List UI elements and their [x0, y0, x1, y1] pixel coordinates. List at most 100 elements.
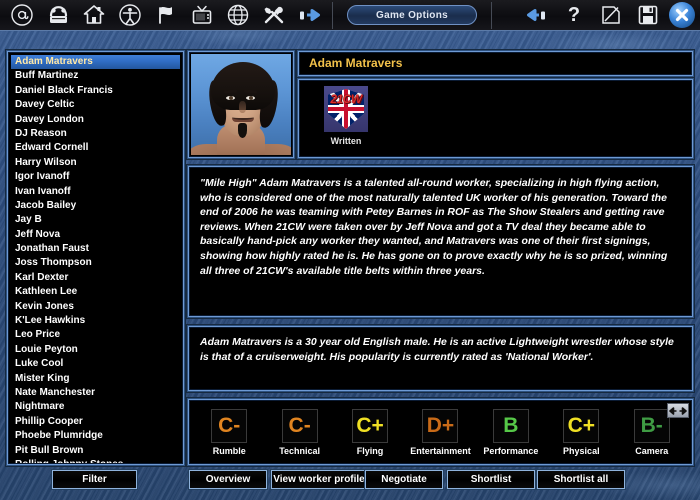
- promotion-logo-caption: Written: [330, 136, 362, 146]
- worker-biography-text: "Mile High" Adam Matravers is a talented…: [200, 177, 668, 277]
- close-icon[interactable]: [669, 2, 695, 28]
- rating-grade: C-: [281, 408, 318, 443]
- expand-arrows-icon[interactable]: [667, 403, 689, 418]
- list-item[interactable]: Adam Matravers: [11, 55, 180, 70]
- portrait-nose: [239, 101, 246, 113]
- list-item[interactable]: K'Lee Hawkins: [11, 314, 180, 328]
- list-item[interactable]: Jeff Nova: [11, 228, 180, 242]
- negotiate-button[interactable]: Negotiate: [365, 470, 443, 489]
- rating-label: Entertainment: [410, 445, 471, 456]
- rating-label: Flying: [356, 445, 384, 456]
- flag-icon[interactable]: [150, 2, 182, 29]
- list-item[interactable]: Ivan Ivanoff: [11, 185, 180, 199]
- list-item[interactable]: Buff Martinez: [11, 69, 180, 83]
- filter-button[interactable]: Filter: [52, 470, 137, 489]
- list-item[interactable]: Nate Manchester: [11, 386, 180, 400]
- help-icon[interactable]: ?: [558, 2, 590, 29]
- shortlist-all-button[interactable]: Shortlist all: [537, 470, 625, 489]
- promotion-shield-icon: 21CW: [324, 86, 368, 132]
- portrait-chinstrap: [232, 114, 254, 120]
- worker-list-panel[interactable]: Adam Matravers Buff Martinez Daniel Black …: [8, 52, 183, 464]
- overview-button[interactable]: Overview: [189, 470, 267, 489]
- view-worker-profile-button[interactable]: View worker profile: [271, 470, 367, 489]
- rating-label: Performance: [483, 445, 539, 456]
- rating-grade: B: [492, 408, 529, 443]
- svg-text:?: ?: [568, 4, 580, 26]
- television-icon[interactable]: [186, 2, 218, 29]
- rating-grade: B-: [633, 408, 670, 443]
- worker-portrait-panel: [189, 52, 293, 157]
- list-item[interactable]: Kathleen Lee: [11, 285, 180, 299]
- toolbar-icon-group: [0, 2, 326, 29]
- rating-label: Camera: [635, 445, 669, 456]
- toolbar-divider-right: [491, 1, 492, 29]
- rating-technical: C- Technical: [264, 408, 334, 456]
- rating-grade: D+: [422, 408, 459, 443]
- promotion-logo-cell[interactable]: 21CW Written: [320, 86, 372, 154]
- promotion-badge-text: 21CW: [330, 92, 362, 106]
- list-item[interactable]: Leo Price: [11, 328, 180, 342]
- portrait-eye-left: [226, 96, 235, 100]
- worker-summary-panel: Adam Matravers is a 30 year old English …: [189, 327, 692, 390]
- rating-physical: C+ Physical: [546, 408, 616, 456]
- promotion-logo-panel: 21CW Written: [299, 80, 692, 157]
- tools-icon[interactable]: [258, 2, 290, 29]
- home-icon[interactable]: [78, 2, 110, 29]
- list-item[interactable]: Joss Thompson: [11, 256, 180, 270]
- worker-biography-panel: "Mile High" Adam Matravers is a talented…: [189, 167, 692, 316]
- list-item[interactable]: Edward Cornell: [11, 141, 180, 155]
- list-item[interactable]: Kevin Jones: [11, 300, 180, 314]
- list-item[interactable]: Jacob Bailey: [11, 199, 180, 213]
- worker-name-header: Adam Matravers: [299, 52, 692, 75]
- list-item[interactable]: Luke Cool: [11, 357, 180, 371]
- rating-label: Physical: [563, 445, 600, 456]
- worker-list-items: Adam Matravers Buff Martinez Daniel Black …: [9, 53, 182, 463]
- rating-grade: C-: [211, 408, 248, 443]
- top-toolbar: Game Options ?: [0, 0, 700, 31]
- list-item[interactable]: Mister King: [11, 372, 180, 386]
- game-options-container: Game Options: [339, 5, 485, 25]
- person-icon[interactable]: [114, 2, 146, 29]
- list-item[interactable]: Pit Bull Brown: [11, 444, 180, 458]
- game-options-button[interactable]: Game Options: [347, 5, 477, 25]
- rating-grade: C+: [352, 408, 389, 443]
- worker-ratings-row: C- Rumble C- Technical C+ Flying D+ Entertainme…: [190, 401, 691, 463]
- list-item[interactable]: Jay B: [11, 213, 180, 227]
- list-item[interactable]: Rolling Johnny Stones: [11, 458, 180, 463]
- list-item[interactable]: DJ Reason: [11, 127, 180, 141]
- notepad-icon[interactable]: [595, 2, 627, 29]
- rating-flying: C+ Flying: [335, 408, 405, 456]
- list-item[interactable]: Davey London: [11, 113, 180, 127]
- telephone-icon[interactable]: [42, 2, 74, 29]
- list-item[interactable]: Davey Celtic: [11, 98, 180, 112]
- rating-entertainment: D+ Entertainment: [405, 408, 475, 456]
- list-item[interactable]: Karl Dexter: [11, 271, 180, 285]
- advance-icon[interactable]: [294, 2, 326, 29]
- rating-rumble: C- Rumble: [194, 408, 264, 456]
- back-icon[interactable]: [521, 2, 553, 29]
- save-icon[interactable]: [632, 2, 664, 29]
- rating-grade: C+: [563, 408, 600, 443]
- list-item[interactable]: Jonathan Faust: [11, 242, 180, 256]
- toolbar-right-group: ?: [521, 2, 700, 29]
- shortlist-button[interactable]: Shortlist: [447, 470, 535, 489]
- rating-label: Rumble: [212, 445, 246, 456]
- list-item[interactable]: Phoebe Plumridge: [11, 429, 180, 443]
- list-item[interactable]: Daniel Black Francis: [11, 84, 180, 98]
- list-item[interactable]: Harry Wilson: [11, 156, 180, 170]
- portrait-eye-right: [246, 96, 255, 100]
- globe-icon[interactable]: [222, 2, 254, 29]
- page-title: Adam Matravers: [309, 56, 403, 70]
- toolbar-divider-left: [332, 1, 333, 29]
- list-item[interactable]: Nightmare: [11, 400, 180, 414]
- worker-ratings-panel: C- Rumble C- Technical C+ Flying D+ Entertainme…: [189, 400, 692, 464]
- list-item[interactable]: Louie Peyton: [11, 343, 180, 357]
- email-icon[interactable]: [6, 2, 38, 29]
- rating-label: Technical: [279, 445, 321, 456]
- worker-portrait-image: [191, 54, 291, 155]
- list-item[interactable]: Phillip Cooper: [11, 415, 180, 429]
- worker-summary-text: Adam Matravers is a 30 year old English …: [200, 336, 674, 363]
- portrait-goatee: [238, 123, 247, 138]
- list-item[interactable]: Igor Ivanoff: [11, 170, 180, 184]
- rating-performance: B Performance: [476, 408, 546, 456]
